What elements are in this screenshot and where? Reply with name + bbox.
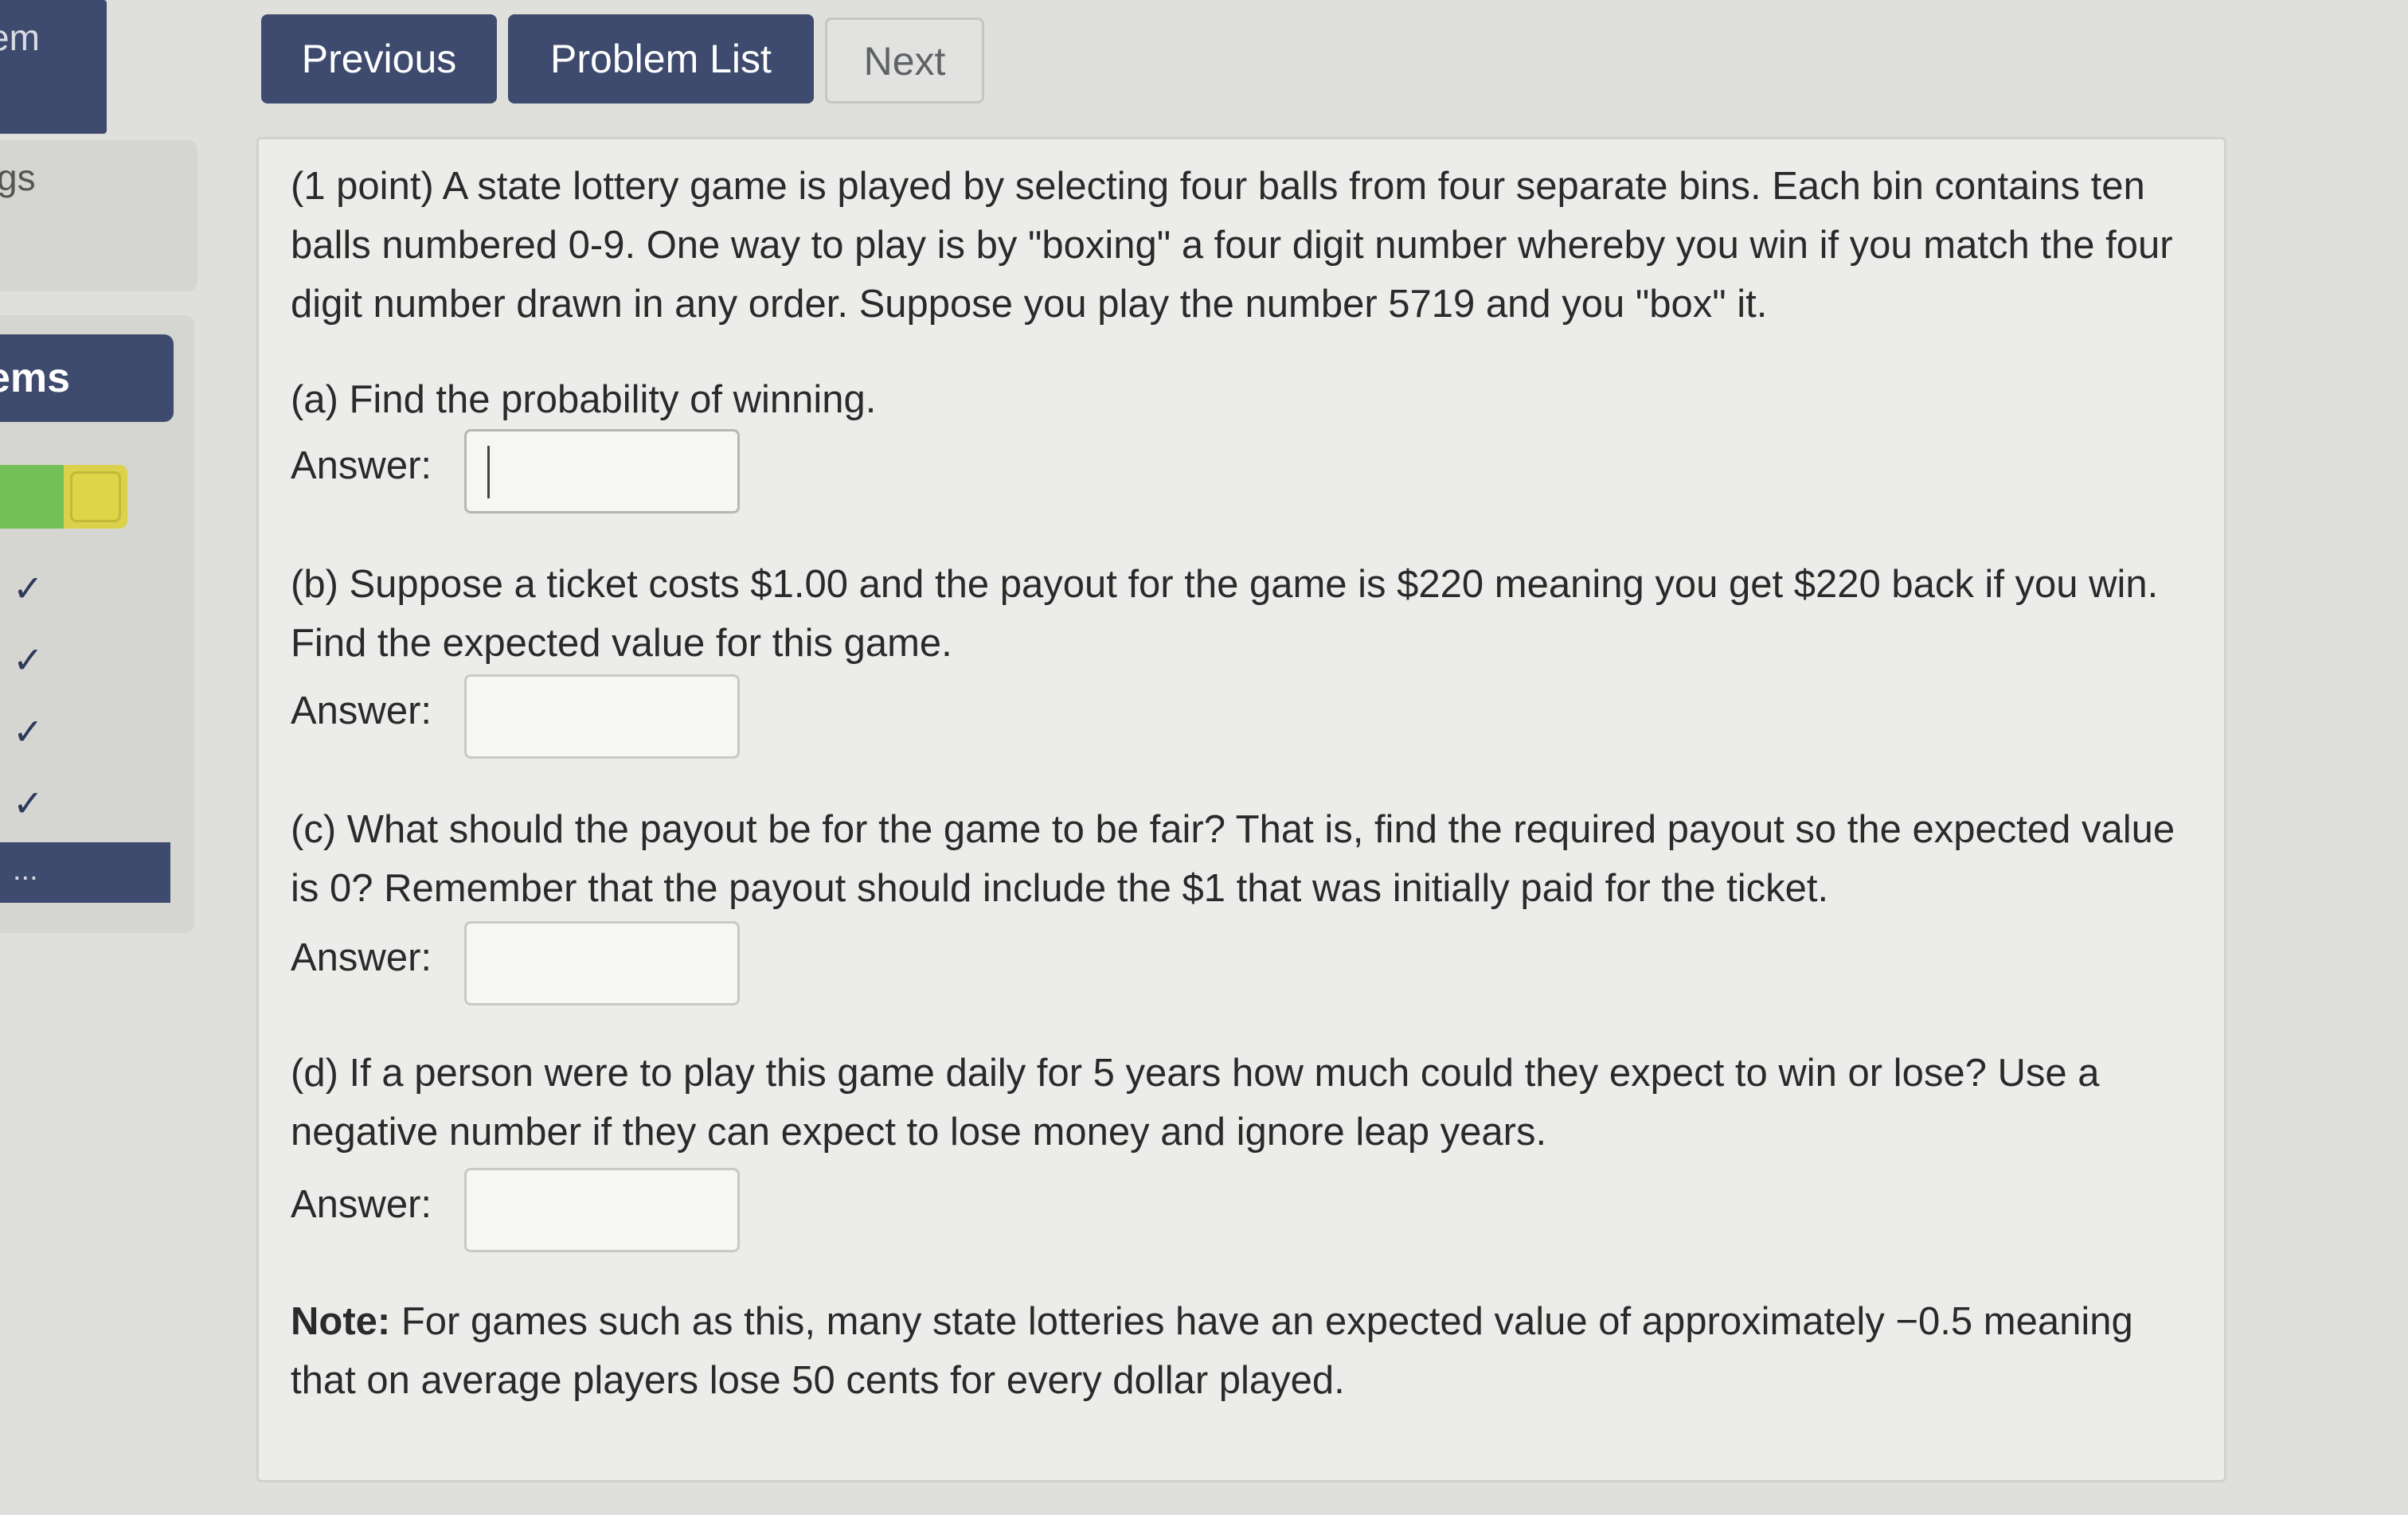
progress-complete bbox=[0, 465, 64, 529]
problem-note: Note: For games such as this, many state… bbox=[291, 1292, 2202, 1410]
note-text: For games such as this, many state lotte… bbox=[291, 1300, 2133, 1402]
part-b-answer-label: Answer: bbox=[291, 689, 432, 732]
part-d-question: (d) If a person were to play this game d… bbox=[291, 1052, 2100, 1154]
problem-2-check-icon[interactable]: ✓ bbox=[13, 638, 44, 681]
progress-current-marker bbox=[70, 471, 121, 522]
part-c-answer-input[interactable] bbox=[464, 921, 740, 1005]
sidebar-section-panel: gs bbox=[0, 140, 197, 291]
sidebar-top-label: em bbox=[0, 17, 40, 58]
sidebar-section-label: gs bbox=[0, 157, 36, 198]
problem-list-button[interactable]: Problem List bbox=[508, 14, 814, 103]
part-b-question: (b) Suppose a ticket costs $1.00 and the… bbox=[291, 563, 2159, 665]
part-b-answer-input[interactable] bbox=[464, 674, 740, 759]
part-d-answer-label: Answer: bbox=[291, 1183, 432, 1226]
part-a-answer-label: Answer: bbox=[291, 444, 432, 487]
note-label: Note: bbox=[291, 1300, 391, 1343]
next-button[interactable]: Next bbox=[825, 18, 984, 103]
part-a-answer-input[interactable] bbox=[464, 429, 740, 513]
progress-bar bbox=[0, 465, 127, 529]
part-a-question: (a) Find the probability of winning. bbox=[291, 378, 877, 421]
sidebar-current-problem[interactable]: ... bbox=[0, 842, 170, 903]
previous-button[interactable]: Previous bbox=[261, 14, 497, 103]
part-c-question: (c) What should the payout be for the ga… bbox=[291, 808, 2175, 910]
sidebar-problems-button[interactable]: ems bbox=[0, 334, 174, 422]
text-caret bbox=[487, 446, 490, 498]
problem-4-check-icon[interactable]: ✓ bbox=[13, 782, 44, 825]
problem-intro: (1 point) A state lottery game is played… bbox=[291, 165, 2173, 326]
problem-3-check-icon[interactable]: ✓ bbox=[13, 710, 44, 753]
progress-current bbox=[64, 465, 127, 529]
part-c-answer-label: Answer: bbox=[291, 936, 432, 979]
sidebar-top-section[interactable]: em bbox=[0, 0, 107, 134]
problem-1-check-icon[interactable]: ✓ bbox=[13, 567, 44, 610]
problem-card: (1 point) A state lottery game is played… bbox=[256, 137, 2226, 1482]
part-d-answer-input[interactable] bbox=[464, 1168, 740, 1252]
sidebar-problems-label: ems bbox=[0, 355, 71, 401]
